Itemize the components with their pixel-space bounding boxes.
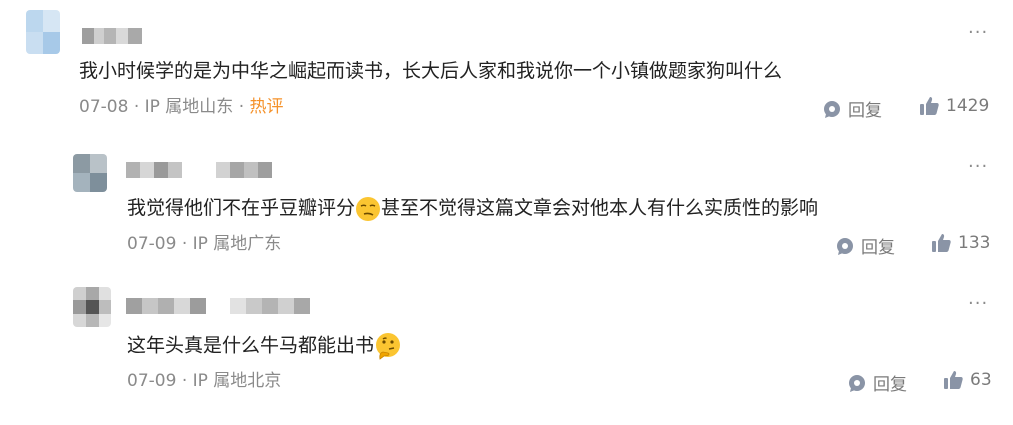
more-dots-icon[interactable]: ··· (968, 295, 988, 313)
comment-date: 07-08 (79, 97, 129, 117)
comment-meta: 07-09 · IP 属地广东 (127, 233, 281, 255)
ip-location: IP 属地广东 (192, 234, 282, 254)
like-button[interactable]: 63 (942, 369, 992, 391)
avatar[interactable] (26, 10, 60, 54)
ip-location: IP 属地北京 (192, 371, 282, 391)
thumbs-up-icon (932, 234, 951, 252)
comment-text-part: 我觉得他们不在乎豆瓣评分 (127, 197, 356, 219)
like-count: 133 (958, 233, 991, 253)
like-count: 1429 (946, 96, 990, 116)
like-count: 63 (970, 370, 992, 390)
chat-bubble-icon (849, 374, 865, 392)
comment-text-part: 这年头真是什么牛马都能出书 (127, 334, 375, 357)
comment-text: 这年头真是什么牛马都能出书 (127, 332, 402, 360)
ip-location: IP 属地山东 (144, 97, 234, 117)
comment-text: 我小时候学的是为中华之崛起而读书，长大后人家和我说你一个小镇做题家狗叫什么 (79, 60, 783, 82)
like-button[interactable]: 1429 (918, 95, 989, 117)
like-button[interactable]: 133 (930, 232, 990, 254)
reply-label: 回复 (848, 101, 882, 121)
hot-comment-badge: 热评 (249, 97, 284, 117)
thinking-face-icon (376, 333, 401, 360)
meta-separator: · (181, 234, 193, 254)
meta-separator: · (238, 97, 250, 117)
thumbs-up-icon (944, 371, 963, 389)
avatar[interactable] (73, 287, 111, 327)
avatar[interactable] (73, 154, 107, 192)
username-blurred[interactable] (126, 298, 312, 314)
reply-button[interactable]: 回复 (835, 233, 895, 258)
comment-date: 07-09 (127, 371, 177, 391)
comment-date: 07-09 (127, 234, 177, 254)
username-blurred[interactable] (82, 28, 144, 44)
comment-meta: 07-08 · IP 属地山东 · 热评 (79, 96, 284, 118)
username-blurred[interactable] (126, 162, 276, 178)
smirk-face-icon (356, 196, 381, 221)
comment-text-part: 甚至不觉得这篇文章会对他本人有什么实质性的影响 (381, 197, 819, 219)
thumbs-up-icon (920, 97, 939, 115)
meta-separator: · (181, 371, 193, 391)
comment-meta: 07-09 · IP 属地北京 (127, 370, 281, 392)
more-dots-icon[interactable]: ··· (968, 158, 988, 176)
meta-separator: · (133, 97, 145, 117)
reply-label: 回复 (873, 375, 907, 395)
more-dots-icon[interactable]: ··· (968, 24, 988, 42)
reply-button[interactable]: 回复 (822, 96, 882, 121)
reply-button[interactable]: 回复 (847, 370, 907, 395)
chat-bubble-icon (837, 237, 853, 255)
chat-bubble-icon (824, 100, 840, 118)
comment-text: 我觉得他们不在乎豆瓣评分 甚至不觉得这篇文章会对他本人有什么实质性的影响 (127, 195, 818, 222)
reply-label: 回复 (861, 238, 895, 258)
